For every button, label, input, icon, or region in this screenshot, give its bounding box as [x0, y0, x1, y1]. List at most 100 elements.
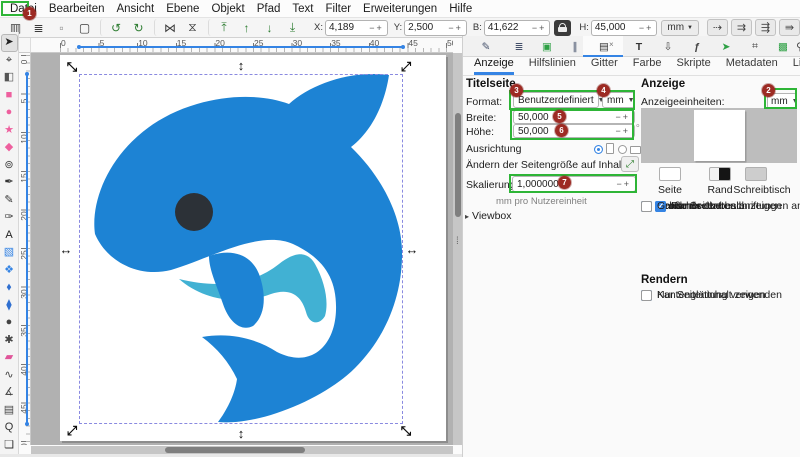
- width-field[interactable]: 41,622 −+: [484, 20, 551, 36]
- export-image-dialog-icon[interactable]: ▣: [536, 37, 558, 56]
- text-dialog-icon[interactable]: T: [628, 37, 650, 56]
- page-width-spinner[interactable]: −+: [615, 112, 630, 122]
- tool-shape-builder[interactable]: ◧: [1, 69, 18, 87]
- tool-gradient[interactable]: ▧: [1, 244, 18, 262]
- page-height-field[interactable]: 50,000 −+: [513, 124, 635, 138]
- tool-ellipse[interactable]: ●: [1, 104, 18, 122]
- checkbox[interactable]: [641, 201, 652, 212]
- flip-horizontal-button[interactable]: ⋈: [154, 19, 181, 36]
- menu-item[interactable]: Bearbeiten: [43, 2, 111, 16]
- vertical-scrollbar-thumb[interactable]: [455, 113, 461, 217]
- tool-measure[interactable]: ∡: [1, 384, 18, 402]
- tool-spiral[interactable]: ⊚: [1, 157, 18, 175]
- tool-star[interactable]: ★: [1, 122, 18, 140]
- scale-stroke-toggle[interactable]: ⇢: [707, 19, 728, 36]
- column-splitter-dots[interactable]: ∘: [635, 120, 641, 131]
- xml-editor-dialog-icon[interactable]: ⌗: [744, 37, 766, 56]
- tool-pencil[interactable]: ✎: [1, 192, 18, 210]
- lower-button[interactable]: ↓: [258, 19, 281, 36]
- scale-handle-middle-right[interactable]: ↔: [405, 242, 419, 256]
- scale-corners-toggle[interactable]: ⇉: [731, 19, 752, 36]
- scale-handle-top-left[interactable]: ⤡: [65, 60, 79, 74]
- selection-box-button[interactable]: ▢: [73, 19, 96, 36]
- desk-color-swatch[interactable]: [745, 167, 767, 181]
- horizontal-scrollbar[interactable]: [31, 446, 453, 454]
- height-field[interactable]: 45,000 −+: [591, 20, 658, 36]
- y-spinner[interactable]: −+: [448, 23, 463, 33]
- format-dropdown[interactable]: Benutzerdefiniert ▼: [513, 92, 599, 108]
- scale-handle-bottom-center[interactable]: ↕: [234, 426, 248, 440]
- checkbox-row[interactable]: Nur Seiteninhalt zeigen: [641, 289, 766, 301]
- panel-tab[interactable]: Anzeige: [474, 57, 514, 75]
- find-replace-dialog-icon[interactable]: ⚲: [789, 37, 800, 56]
- tool-text[interactable]: A: [1, 227, 18, 245]
- tool-rectangle[interactable]: ■: [1, 87, 18, 105]
- x-field[interactable]: 4,189 −+: [325, 20, 388, 36]
- menu-item[interactable]: Text: [286, 2, 319, 16]
- width-spinner[interactable]: −+: [532, 23, 547, 33]
- scale-handle-middle-left[interactable]: ↔: [59, 242, 73, 256]
- vertical-scrollbar[interactable]: [453, 53, 462, 445]
- menu-item[interactable]: Objekt: [205, 2, 250, 16]
- page-height-spinner[interactable]: −+: [615, 126, 630, 136]
- lower-to-bottom-button[interactable]: ⤓: [281, 19, 304, 36]
- menu-item[interactable]: Hilfe: [443, 2, 478, 16]
- tool-zoom[interactable]: Q: [1, 419, 18, 437]
- menu-item[interactable]: Ebene: [160, 2, 205, 16]
- snap-dialog-icon[interactable]: ➤: [715, 37, 737, 56]
- horizontal-scrollbar-thumb[interactable]: [165, 447, 305, 453]
- lock-ratio-button[interactable]: [554, 20, 571, 36]
- resize-to-content-button[interactable]: ⤢: [621, 156, 639, 172]
- panel-tab[interactable]: Metadaten: [726, 57, 778, 75]
- tool-mesh-gradient[interactable]: ❖: [1, 262, 18, 280]
- vertical-ruler[interactable]: 05101520253035404550: [19, 53, 31, 445]
- tool-calligraphy[interactable]: ✑: [1, 209, 18, 227]
- tool-pages[interactable]: ❏: [1, 437, 18, 455]
- tool-eraser[interactable]: ▰: [1, 349, 18, 367]
- menu-item[interactable]: Pfad: [251, 2, 287, 16]
- transform-dialog-icon[interactable]: ƒ: [686, 37, 708, 56]
- rotate-cw-button[interactable]: ↻: [127, 19, 150, 36]
- rotate-ccw-button[interactable]: ↺: [100, 19, 127, 36]
- checkbox-row[interactable]: Große Seitenbeschriftungen anzeigen: [641, 200, 800, 212]
- panel-tab[interactable]: Skripte: [677, 57, 711, 75]
- export-dialog-icon[interactable]: ⇩: [657, 37, 679, 56]
- scale-handle-top-center[interactable]: ↕: [234, 58, 248, 72]
- y-field[interactable]: 2,500 −+: [404, 20, 467, 36]
- panel-tab[interactable]: Gitter: [591, 57, 618, 75]
- height-spinner[interactable]: −+: [639, 23, 654, 33]
- border-color-swatch[interactable]: [709, 167, 731, 181]
- menu-item[interactable]: Erweiterungen: [357, 2, 443, 16]
- tool-tweak[interactable]: ●: [1, 314, 18, 332]
- checkbox[interactable]: [641, 290, 652, 301]
- tool-node-editor[interactable]: ⌖: [1, 52, 18, 70]
- menu-item[interactable]: Ansicht: [110, 2, 160, 16]
- scale-spinner[interactable]: −+: [616, 179, 631, 189]
- tool-lpe[interactable]: ▤: [1, 402, 18, 420]
- panel-splitter-handle[interactable]: ⁞: [456, 236, 459, 247]
- flip-vertical-button[interactable]: ⧖: [181, 19, 204, 36]
- raise-to-top-button[interactable]: ⤒: [208, 19, 235, 36]
- move-gradients-toggle[interactable]: ⇶: [755, 19, 776, 36]
- viewbox-expander[interactable]: ▸Viewbox: [465, 210, 512, 222]
- tool-pen[interactable]: ✒: [1, 174, 18, 192]
- selection-bounding-box[interactable]: [79, 74, 403, 424]
- tool-3d-box[interactable]: ◆: [1, 139, 18, 157]
- layers-dialog-icon[interactable]: ≣: [508, 37, 530, 56]
- tool-dropper[interactable]: ⬧: [1, 279, 18, 297]
- scale-handle-bottom-left[interactable]: ⤢: [65, 424, 79, 438]
- scale-handle-top-right[interactable]: ⤢: [399, 60, 413, 74]
- fill-stroke-dialog-icon[interactable]: ✎: [475, 37, 497, 56]
- panel-tab[interactable]: Farbe: [633, 57, 662, 75]
- panel-tab[interactable]: Lizenz: [793, 57, 800, 75]
- menu-item[interactable]: Filter: [319, 2, 357, 16]
- align-dialog-icon[interactable]: ∥: [564, 37, 586, 56]
- move-patterns-toggle[interactable]: ⇛: [779, 19, 800, 36]
- document-properties-dialog-icon[interactable]: ▤: [593, 37, 615, 56]
- column-splitter-dots[interactable]: ·: [635, 186, 638, 196]
- deselect-button[interactable]: ▫: [50, 19, 73, 36]
- orientation-landscape-radio[interactable]: [618, 145, 627, 154]
- x-spinner[interactable]: −+: [369, 23, 384, 33]
- page-color-swatch[interactable]: [659, 167, 681, 181]
- unit-dropdown[interactable]: mm▼: [661, 20, 699, 36]
